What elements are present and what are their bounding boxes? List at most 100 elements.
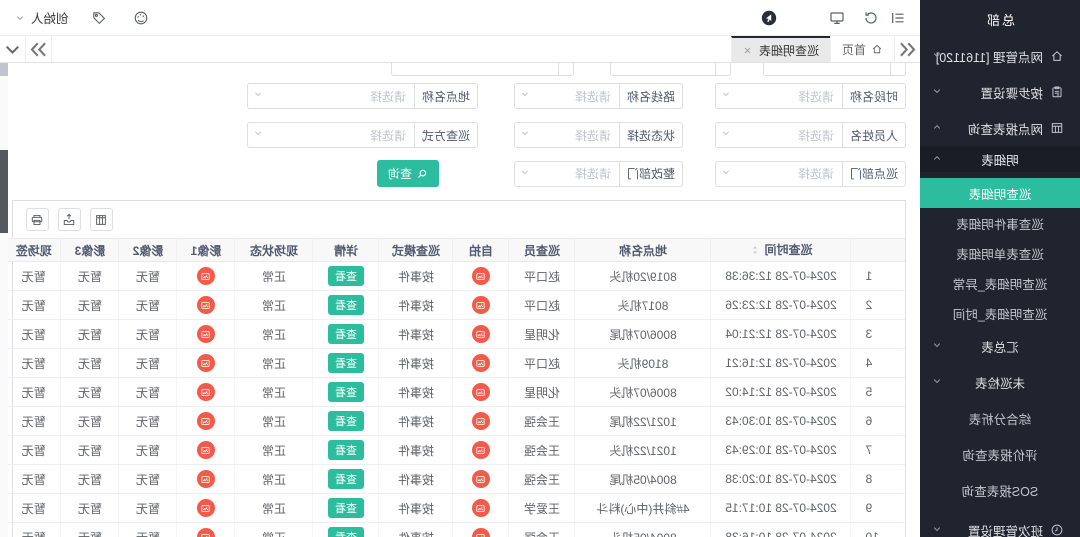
export-button[interactable] <box>58 208 81 231</box>
cell-inspector: 化明星 <box>509 378 575 407</box>
sort-icon[interactable] <box>750 244 762 259</box>
selfie-photo-badge[interactable] <box>472 325 490 343</box>
user-menu[interactable]: 创始人 <box>14 8 69 27</box>
pointer-badge-icon[interactable] <box>761 10 777 26</box>
view-detail-button[interactable]: 查看 <box>328 527 364 537</box>
chevron-down-icon <box>252 88 264 100</box>
img1-photo-badge[interactable] <box>197 325 215 343</box>
tab-1[interactable]: 巡查明细表 <box>731 36 830 62</box>
view-detail-button[interactable]: 查看 <box>328 324 364 344</box>
cell-text: 正常 <box>262 357 286 371</box>
sidebar-item-8[interactable]: 巡查明细表_时间 <box>920 298 1080 328</box>
print-button[interactable] <box>26 208 49 231</box>
filter-group-状态选择: 状态选择请选择 <box>514 122 683 148</box>
filter-select[interactable]: 请选择 <box>715 161 843 187</box>
img1-photo-badge[interactable] <box>197 412 215 430</box>
sidebar-item-12[interactable]: 评价报表查询 <box>920 436 1080 472</box>
img1-photo-badge[interactable] <box>197 499 215 517</box>
collapse-menu-icon[interactable] <box>890 10 906 26</box>
cell-mode: 按事件 <box>379 320 453 349</box>
sidebar-item-label: 巡查事件明细表 <box>956 214 1044 233</box>
sidebar-item-2[interactable]: 网点报表查询 <box>920 110 1080 146</box>
column-header-time[interactable]: 巡查时间 <box>711 239 851 262</box>
close-icon[interactable] <box>743 46 752 55</box>
sidebar-item-6[interactable]: 巡查表单明细表 <box>920 238 1080 268</box>
chevron-down-icon <box>931 375 943 387</box>
selfie-photo-badge[interactable] <box>472 412 490 430</box>
theme-palette-icon[interactable] <box>133 10 149 26</box>
img1-photo-badge[interactable] <box>197 470 215 488</box>
column-settings-button[interactable] <box>90 208 113 231</box>
selfie-photo-badge[interactable] <box>472 441 490 459</box>
img1-photo-badge[interactable] <box>197 354 215 372</box>
cell-img1 <box>177 262 235 291</box>
sidebar-item-13[interactable]: SOS报表查询 <box>920 472 1080 508</box>
sidebar-item-4[interactable]: 巡查明细表 <box>920 178 1080 208</box>
view-detail-button[interactable]: 查看 <box>328 498 364 518</box>
column-header-label: 巡查时间 <box>765 243 813 257</box>
filter-select[interactable]: 请选择 <box>715 83 843 109</box>
chevron-down-icon <box>519 166 531 178</box>
filter-select[interactable]: 请选择 <box>247 122 415 148</box>
sidebar-item-0[interactable]: 网点管理 [1161120] <box>920 38 1080 74</box>
cell-sign: 暂无 <box>7 262 61 291</box>
tag-icon[interactable] <box>91 10 107 26</box>
search-button[interactable]: 查询 <box>377 160 439 187</box>
sidebar-item-label: SOS报表查询 <box>962 481 1038 500</box>
sidebar-item-5[interactable]: 巡查事件明细表 <box>920 208 1080 238</box>
tabs-scroll-left[interactable] <box>894 36 920 62</box>
view-detail-button[interactable]: 查看 <box>328 266 364 286</box>
cell-location: 1021/22机尾 <box>575 407 711 436</box>
cell-inspector: 赵口平 <box>509 349 575 378</box>
sidebar-item-9[interactable]: 汇总表 <box>920 328 1080 364</box>
sidebar-item-10[interactable]: 未巡检表 <box>920 364 1080 400</box>
filter-select[interactable]: 请选择 <box>514 161 620 187</box>
img1-photo-badge[interactable] <box>197 383 215 401</box>
img1-photo-badge[interactable] <box>197 528 215 537</box>
tabs-scroll-right[interactable] <box>26 36 52 62</box>
filter-label: 时段名称 <box>843 83 906 109</box>
view-detail-button[interactable]: 查看 <box>328 440 364 460</box>
img1-photo-badge[interactable] <box>197 267 215 285</box>
select-placeholder: 请选择 <box>575 127 611 144</box>
cell-sign: 暂无 <box>7 436 61 465</box>
view-detail-button[interactable]: 查看 <box>328 295 364 315</box>
view-detail-button[interactable]: 查看 <box>328 382 364 402</box>
img1-photo-badge[interactable] <box>197 296 215 314</box>
vertical-scrollbar[interactable] <box>0 63 8 537</box>
filter-select[interactable]: 请选择 <box>514 83 620 109</box>
selfie-photo-badge[interactable] <box>472 296 490 314</box>
cell-index: 10 <box>851 523 905 537</box>
monitor-icon[interactable] <box>829 10 845 26</box>
cell-text: 2024-07-28 12:36:38 <box>725 269 836 283</box>
selfie-photo-badge[interactable] <box>472 383 490 401</box>
sidebar-item-label: 巡查明细表_时间 <box>953 304 1047 323</box>
cell-img1 <box>177 407 235 436</box>
scrollbar-thumb[interactable] <box>0 150 8 233</box>
refresh-icon[interactable] <box>863 10 879 26</box>
print-icon <box>31 213 45 227</box>
selfie-photo-badge[interactable] <box>472 267 490 285</box>
cell-text: 暂无 <box>78 386 102 400</box>
sidebar-item-11[interactable]: 综合分析表 <box>920 400 1080 436</box>
sidebar: 总部 网点管理 [1161120]按步骤设置网点报表查询明细表巡查明细表巡查事件… <box>920 0 1080 537</box>
selfie-photo-badge[interactable] <box>472 499 490 517</box>
tab-0[interactable]: 首页 <box>830 36 894 62</box>
sidebar-item-3[interactable]: 明细表 <box>920 146 1080 172</box>
selfie-photo-badge[interactable] <box>472 470 490 488</box>
selfie-photo-badge[interactable] <box>472 354 490 372</box>
scrollbar-top-segment[interactable] <box>0 63 8 76</box>
selfie-photo-badge[interactable] <box>472 528 490 537</box>
filter-select[interactable]: 请选择 <box>247 83 415 109</box>
filter-select[interactable]: 请选择 <box>715 122 843 148</box>
view-detail-button[interactable]: 查看 <box>328 353 364 373</box>
view-detail-button[interactable]: 查看 <box>328 411 364 431</box>
filter-select[interactable]: 请选择 <box>514 122 620 148</box>
view-detail-button[interactable]: 查看 <box>328 469 364 489</box>
img1-photo-badge[interactable] <box>197 441 215 459</box>
sidebar-item-14[interactable]: 班次管理设置 <box>920 512 1080 537</box>
sidebar-item-7[interactable]: 巡查明细表_异常 <box>920 268 1080 298</box>
tabs-dropdown[interactable] <box>0 36 26 62</box>
sidebar-item-1[interactable]: 按步骤设置 <box>920 74 1080 110</box>
cell-text: 暂无 <box>78 270 102 284</box>
